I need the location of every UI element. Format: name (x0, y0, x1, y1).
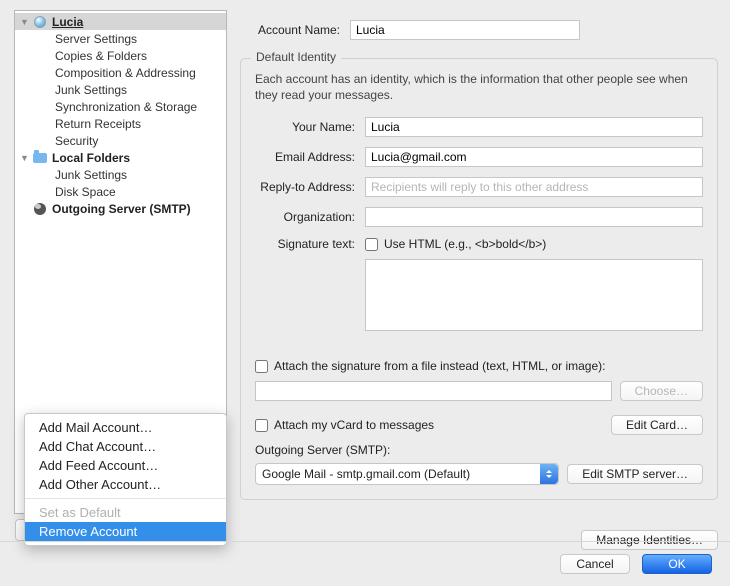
local-folders[interactable]: ▼ Local Folders (15, 149, 226, 166)
menu-add-other[interactable]: Add Other Account… (25, 475, 226, 494)
local-folders-label: Local Folders (52, 150, 130, 165)
use-html-checkbox[interactable] (365, 238, 378, 251)
select-indicator-icon (540, 464, 558, 484)
menu-add-feed[interactable]: Add Feed Account… (25, 456, 226, 475)
account-lucia[interactable]: ▼ Lucia (15, 13, 226, 30)
signature-path-field[interactable] (255, 381, 612, 401)
organization-field[interactable] (365, 207, 703, 227)
menu-set-default: Set as Default (25, 503, 226, 522)
sidebar-item-security[interactable]: Security (15, 132, 226, 149)
account-name-label: Account Name: (240, 23, 350, 37)
account-name-field[interactable] (350, 20, 580, 40)
your-name-label: Your Name: (255, 120, 365, 134)
smtp-select[interactable]: Google Mail - smtp.gmail.com (Default) (255, 463, 559, 485)
smtp-selected-value: Google Mail - smtp.gmail.com (Default) (262, 467, 470, 481)
sidebar-item-server-settings[interactable]: Server Settings (15, 30, 226, 47)
use-html-label: Use HTML (e.g., <b>bold</b>) (384, 237, 546, 251)
signature-label: Signature text: (255, 237, 365, 251)
attach-signature-label: Attach the signature from a file instead… (274, 359, 605, 373)
sidebar-item-disk-space[interactable]: Disk Space (15, 183, 226, 200)
server-icon (34, 203, 46, 215)
account-actions-menu: Add Mail Account… Add Chat Account… Add … (24, 413, 227, 546)
sidebar-item-return-receipts[interactable]: Return Receipts (15, 115, 226, 132)
attach-signature-checkbox[interactable] (255, 360, 268, 373)
dialog-footer: Cancel OK (0, 541, 730, 586)
menu-add-mail[interactable]: Add Mail Account… (25, 418, 226, 437)
disclosure-triangle-icon[interactable]: ▼ (19, 153, 30, 163)
sidebar-item-local-junk[interactable]: Junk Settings (15, 166, 226, 183)
ok-button[interactable]: OK (642, 554, 712, 574)
identity-hint: Each account has an identity, which is t… (255, 71, 703, 103)
signature-textarea[interactable] (365, 259, 703, 331)
sidebar-item-copies-folders[interactable]: Copies & Folders (15, 47, 226, 64)
reply-field[interactable] (365, 177, 703, 197)
choose-button[interactable]: Choose… (620, 381, 703, 401)
email-field[interactable] (365, 147, 703, 167)
attach-vcard-label: Attach my vCard to messages (274, 418, 434, 432)
globe-icon (34, 16, 46, 28)
edit-card-button[interactable]: Edit Card… (611, 415, 703, 435)
menu-add-chat[interactable]: Add Chat Account… (25, 437, 226, 456)
folder-icon (33, 153, 47, 163)
groupbox-legend: Default Identity (251, 50, 341, 64)
menu-separator (25, 498, 226, 499)
sidebar-item-junk[interactable]: Junk Settings (15, 81, 226, 98)
sidebar-item-sync[interactable]: Synchronization & Storage (15, 98, 226, 115)
your-name-field[interactable] (365, 117, 703, 137)
organization-label: Organization: (255, 210, 365, 224)
edit-smtp-button[interactable]: Edit SMTP server… (567, 464, 703, 484)
outgoing-label: Outgoing Server (SMTP) (52, 201, 191, 216)
attach-vcard-checkbox[interactable] (255, 419, 268, 432)
menu-remove-account[interactable]: Remove Account (25, 522, 226, 541)
outgoing-server[interactable]: Outgoing Server (SMTP) (15, 200, 226, 217)
account-title: Lucia (52, 14, 83, 29)
account-settings-window: ▼ Lucia Server Settings Copies & Folders… (0, 0, 730, 586)
default-identity-group: Default Identity Each account has an ide… (240, 58, 718, 500)
reply-label: Reply-to Address: (255, 180, 365, 194)
disclosure-triangle-icon[interactable]: ▼ (19, 17, 30, 27)
email-label: Email Address: (255, 150, 365, 164)
cancel-button[interactable]: Cancel (560, 554, 630, 574)
sidebar-item-composition[interactable]: Composition & Addressing (15, 64, 226, 81)
right-pane: Account Name: Default Identity Each acco… (240, 20, 718, 500)
smtp-section-label: Outgoing Server (SMTP): (255, 443, 703, 457)
